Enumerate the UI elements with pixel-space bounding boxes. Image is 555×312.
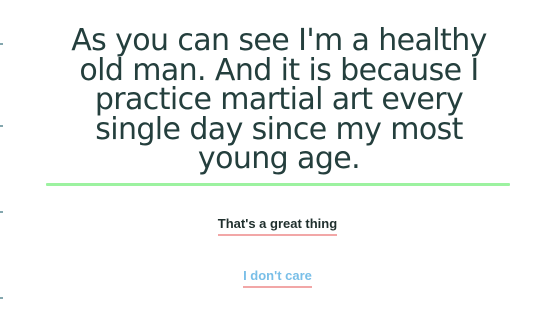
dialogue-text: As you can see I'm a healthy old man. An… <box>71 23 487 176</box>
dialogue-panel: As you can see I'm a healthy old man. An… <box>0 0 555 312</box>
choice-dont-care-button[interactable]: I don't care <box>0 268 555 288</box>
choice-great-thing-button[interactable]: That's a great thing <box>0 216 555 236</box>
choice-dont-care-label: I don't care <box>243 268 312 288</box>
choice-great-thing-label: That's a great thing <box>217 216 338 236</box>
divider <box>46 183 510 186</box>
